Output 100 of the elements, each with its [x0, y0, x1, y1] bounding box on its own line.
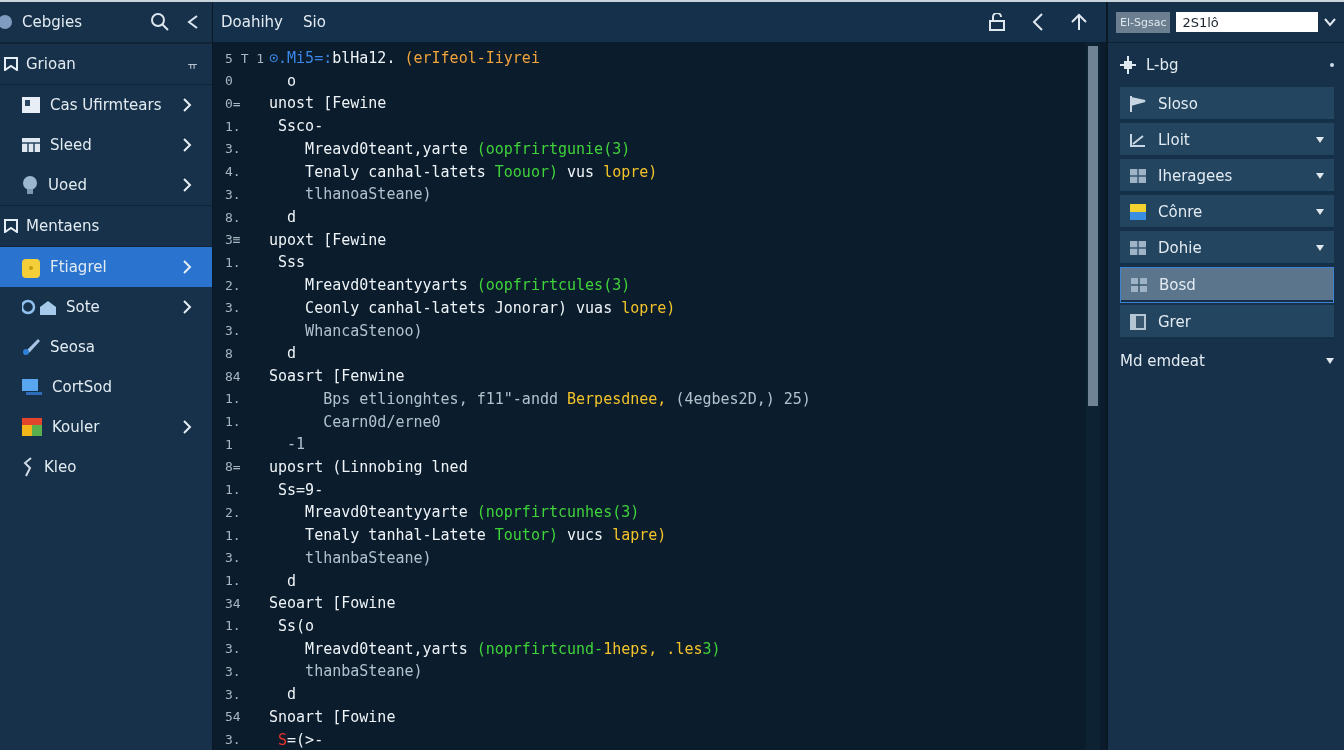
panel-item[interactable]: Dohie [1120, 231, 1334, 265]
line-number: 3. [225, 686, 242, 702]
chevron-icon [183, 98, 192, 112]
chevron-icon [183, 300, 192, 314]
item-label: Dohie [1158, 239, 1203, 257]
line-number: 2. [225, 277, 242, 293]
sidebar-item[interactable]: Kleo [0, 447, 212, 487]
caret-icon [1316, 173, 1324, 179]
panel-item[interactable]: Lloit [1120, 123, 1334, 157]
item-label: Seosa [50, 338, 96, 356]
code-line: Ssco- [277, 117, 324, 136]
line-number: 3. [225, 186, 242, 202]
grid-icon [1130, 169, 1146, 183]
panel-item[interactable]: Sloso [1120, 87, 1334, 121]
code-line: d [286, 685, 297, 704]
panel-item[interactable]: Cônre [1120, 195, 1334, 229]
item-label: Bosd [1159, 276, 1197, 294]
sidebar-item[interactable]: Seosa [0, 327, 212, 367]
line-number: 1. [225, 482, 242, 498]
line-number: 1. [225, 414, 242, 429]
line-number: 3. [225, 732, 242, 748]
code-line: Snoart [Fowine [269, 707, 396, 726]
line-number: 34 [225, 595, 242, 611]
item-label: Sote [66, 298, 101, 316]
dot-icon [1330, 63, 1334, 67]
chevron-icon [183, 260, 192, 274]
code-line: -1 [286, 435, 306, 454]
group-label: Grioan [26, 55, 77, 73]
code-line: ⊙.Mi5=:blHa12. (erIfeol-Iiyrei [269, 49, 540, 67]
breadcrumb-item[interactable]: Doahihy [221, 13, 283, 31]
line-number: 2. [225, 504, 242, 520]
lock-icon [22, 256, 40, 278]
code-line: Sss [277, 253, 306, 272]
sidebar-item[interactable]: CortSod [0, 367, 212, 407]
line-number: 4. [225, 164, 242, 180]
flag-icon [1130, 96, 1146, 112]
item-label: CortSod [52, 378, 113, 396]
code-line: unost [Fewine [269, 94, 387, 113]
lock-icon[interactable] [988, 13, 1006, 31]
sidebar-item[interactable]: Sote [0, 287, 212, 327]
code-line: Mreavd0teant,yarte (oopfrirtgunie(3) [304, 139, 631, 158]
group-glyph: ㅠ [187, 56, 198, 72]
caret-icon [1316, 137, 1324, 143]
item-label: Sleed [50, 136, 93, 154]
code-line: Mreavd0teant,yarts (noprfirtcund-1heps, .les3) [304, 639, 721, 658]
code-line: Ceonly canhal-latets Jonorar) vuas lopre) [304, 298, 676, 317]
code-line: Cearn0d/erne0 [322, 412, 441, 431]
line-number: 3. [225, 141, 242, 157]
line-number: 1. [225, 527, 242, 543]
panel-item[interactable]: Bosd [1120, 267, 1334, 303]
grid-icon [1131, 278, 1147, 292]
code-line: Ss=9- [277, 480, 324, 499]
move-icon [1120, 56, 1136, 74]
input-field[interactable]: 2S1lô [1176, 12, 1319, 32]
search-icon[interactable] [150, 12, 170, 32]
line-number: 8 [225, 345, 234, 361]
line-number: 1. [225, 118, 242, 134]
line-number: 1. [225, 573, 242, 589]
up-arrow-icon[interactable] [1070, 13, 1088, 31]
section-label: Md emdeat [1120, 352, 1206, 370]
grid-icon [1130, 241, 1146, 255]
breadcrumb-item[interactable]: Sio [303, 13, 326, 31]
collapse-icon[interactable] [186, 14, 200, 30]
item-label: Ftiagrel [50, 258, 108, 276]
code-line: Mreavd0teantyyarte (noprfirtcunhes(3) [304, 503, 640, 522]
code-line: Bps etlionghtes, f11"-andd Berpesdnee, (4egbes2D,) 25) [322, 389, 811, 408]
sidebar-item[interactable]: Kouler [0, 407, 212, 447]
code-line: tlhanbaSteane) [304, 548, 432, 567]
sidebar-item[interactable]: Cas Ufirmtears [0, 85, 212, 125]
code-line: S=(>- [277, 730, 324, 749]
line-number: 3. [225, 663, 242, 679]
line-number: 3. [225, 641, 242, 657]
line-number: 54 [225, 709, 242, 725]
panel-icon [1130, 314, 1146, 330]
code-line: uposrt (Linnobing lned [269, 457, 468, 476]
code-line: Tenaly tanhal-Latete Toutor) vucs lapre) [304, 526, 667, 545]
line-number: 3. [225, 323, 242, 339]
caret-icon [1316, 209, 1324, 215]
sidebar-item[interactable]: Ftiagrel [0, 247, 212, 287]
panel-item[interactable]: Grer [1120, 305, 1334, 339]
blocks-icon [22, 418, 42, 436]
code-line: Tenaly canhal-latets Toouor) vus lopre) [304, 162, 658, 181]
palette-icon [1130, 204, 1146, 220]
code-line: Soasrt [Fenwine [269, 367, 405, 386]
sidebar-item[interactable]: Sleed [0, 125, 212, 165]
line-number: 3. [225, 550, 242, 566]
grid-icon [22, 138, 40, 152]
scrollbar[interactable] [1086, 42, 1100, 750]
back-icon[interactable] [1032, 13, 1044, 31]
item-label: Lloit [1158, 131, 1191, 149]
line-number: 1. [225, 618, 242, 634]
card-icon [22, 97, 40, 113]
caret-icon [1326, 358, 1334, 364]
line-number: 8. [225, 209, 242, 225]
code-line: o [286, 71, 297, 90]
panel-item[interactable]: Iheragees [1120, 159, 1334, 193]
item-label: Cônre [1158, 203, 1204, 221]
sidebar-item[interactable]: Uoed [0, 165, 212, 205]
line-number: 84 [225, 368, 242, 384]
code-line: thanbaSteane) [304, 662, 423, 681]
